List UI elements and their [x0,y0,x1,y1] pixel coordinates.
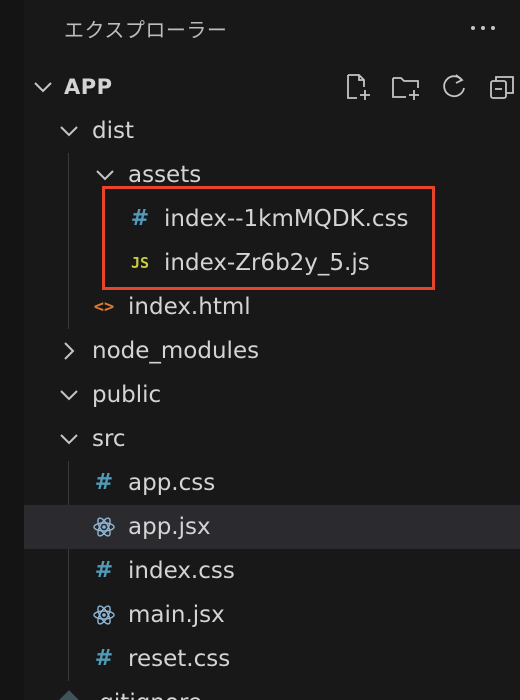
file-label: main.jsx [128,602,225,628]
tree-folder-public[interactable]: public [24,373,520,417]
file-label: app.jsx [128,514,211,540]
tree-folder-node-modules[interactable]: node_modules [24,329,520,373]
react-icon [93,517,115,537]
tree-file-index-css[interactable]: # index.css [24,549,520,593]
chevron-down-icon [60,390,78,401]
tree-file-app-css[interactable]: # app.css [24,461,520,505]
folder-label: dist [92,118,134,144]
file-label: .gitignore [92,681,202,700]
file-label: index.html [128,294,251,320]
tree-file-index-html[interactable]: <> index.html [24,285,520,329]
chevron-down-icon [60,126,78,137]
chevron-right-icon [64,342,75,360]
folder-label: node_modules [92,338,260,364]
chevron-down-icon [96,170,114,181]
css-file-icon: # [94,470,114,495]
refresh-icon[interactable] [439,72,469,102]
activity-bar-gutter [0,0,24,700]
collapse-all-icon[interactable] [487,72,517,102]
git-icon [59,690,79,700]
file-label: index.css [128,558,235,584]
file-label: reset.css [128,646,231,672]
css-file-icon: # [94,646,114,671]
react-icon [93,605,115,625]
html-file-icon: <> [93,297,115,317]
tree-file-app-jsx[interactable]: app.jsx [24,505,520,549]
tree-folder-src[interactable]: src [24,417,520,461]
folder-label: public [92,382,162,408]
new-file-icon[interactable] [343,72,373,102]
tree-file-main-jsx[interactable]: main.jsx [24,593,520,637]
chevron-down-icon [34,82,52,93]
folder-label: src [92,426,126,452]
ellipsis-icon[interactable] [468,16,498,40]
tree-file-reset-css[interactable]: # reset.css [24,637,520,681]
new-folder-icon[interactable] [391,72,421,102]
highlight-annotation-box [102,186,435,290]
tree-folder-dist[interactable]: dist [24,109,520,153]
tree-file-gitignore[interactable]: .gitignore [24,681,520,700]
root-folder-label: APP [64,75,113,99]
chevron-down-icon [60,434,78,445]
explorer-title: エクスプローラー [64,18,228,42]
file-label: app.css [128,470,216,496]
css-file-icon: # [94,558,114,583]
